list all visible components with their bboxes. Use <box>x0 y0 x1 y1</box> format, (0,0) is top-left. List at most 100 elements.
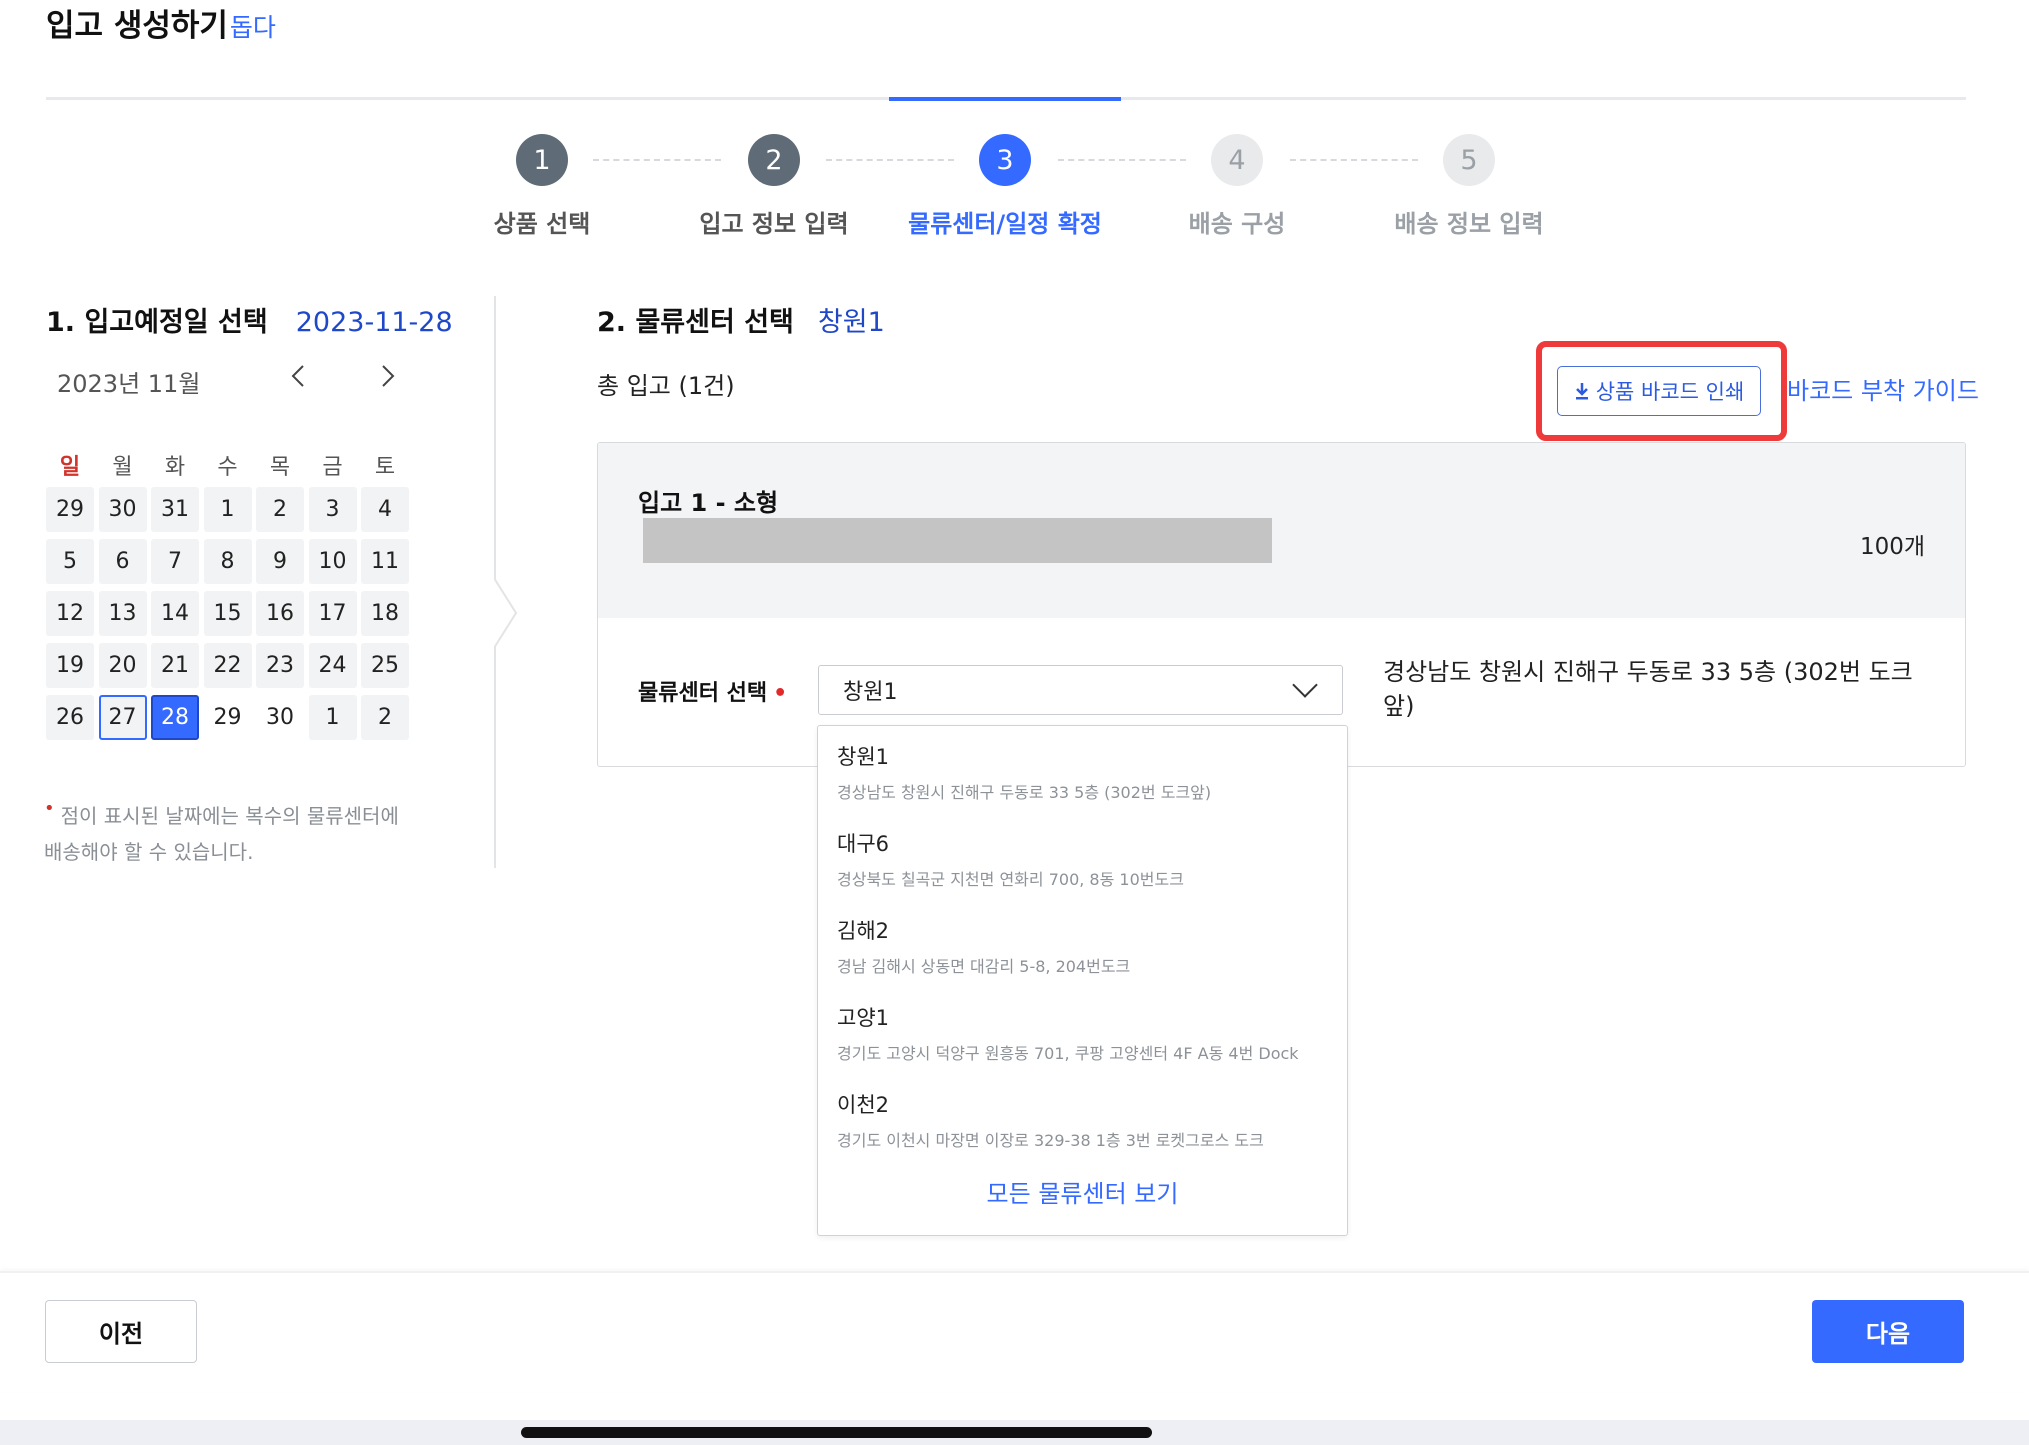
calendar-day[interactable]: 7 <box>151 539 199 584</box>
print-barcode-label: 상품 바코드 인쇄 <box>1595 380 1745 404</box>
step-label: 물류센터/일정 확정 <box>908 210 1102 238</box>
dropdown-option[interactable]: 김해2 경남 김해시 상동면 대감리 5-8, 204번도크 <box>837 915 1130 977</box>
next-button[interactable]: 다음 <box>1812 1300 1964 1363</box>
calendar-day[interactable]: 2 <box>361 695 409 740</box>
calendar-day[interactable]: 8 <box>203 539 252 584</box>
step-number: 1 <box>516 134 568 186</box>
calendar-note: • 점이 표시된 날짜에는 복수의 물류센터에 배송해야 할 수 있습니다. <box>44 798 404 870</box>
calendar-day[interactable]: 9 <box>256 539 304 584</box>
calendar-day[interactable]: 22 <box>203 643 252 688</box>
option-address: 경기도 고양시 덕양구 원흥동 701, 쿠팡 고양센터 4F A동 4번 Do… <box>837 1044 1299 1063</box>
calendar-day[interactable]: 30 <box>256 695 304 740</box>
calendar-day[interactable]: 28 <box>151 695 199 740</box>
step-5: 5 배송 정보 입력 <box>1353 134 1585 239</box>
center-address: 경상남도 창원시 진해구 두동로 33 5층 (302번 도크앞) <box>1383 658 1913 720</box>
step-4: 4 배송 구성 <box>1121 134 1353 239</box>
print-barcode-button[interactable]: 상품 바코드 인쇄 <box>1557 366 1761 416</box>
calendar-day[interactable]: 3 <box>308 487 357 532</box>
step-number: 2 <box>748 134 800 186</box>
calendar-day[interactable]: 31 <box>151 487 199 532</box>
calendar-day[interactable]: 26 <box>46 695 94 740</box>
option-name: 대구6 <box>837 832 890 856</box>
dropdown-option[interactable]: 대구6 경상북도 칠곡군 지천면 연화리 700, 8동 10번도크 <box>837 828 1184 890</box>
weekday: 금 <box>322 455 343 480</box>
weekday: 목 <box>269 455 291 480</box>
step-1: 1 상품 선택 <box>426 134 658 239</box>
calendar-grid: 29 30 31 1 2 3 4 5 6 7 8 9 10 11 12 13 14 15 16 17 18 19 20 21 2… <box>46 487 410 740</box>
calendar-day[interactable]: 5 <box>46 539 94 584</box>
calendar-day[interactable]: 29 <box>204 695 252 740</box>
calendar-day[interactable]: 24 <box>308 643 357 688</box>
barcode-guide-link[interactable]: 바코드 부착 가이드 <box>1787 371 1979 406</box>
center-select-value: 창원1 <box>843 680 898 705</box>
dropdown-option[interactable]: 이천2 경기도 이천시 마장면 이장로 329-38 1층 3번 로켓그로스 도… <box>837 1089 1264 1151</box>
home-indicator[interactable] <box>521 1427 1152 1438</box>
chevron-right-icon[interactable] <box>380 362 396 395</box>
calendar-day[interactable]: 12 <box>46 591 94 636</box>
calendar-day[interactable]: 27 <box>98 695 147 740</box>
calendar-day[interactable]: 17 <box>308 591 357 636</box>
calendar-day[interactable]: 1 <box>203 487 252 532</box>
calendar-day[interactable]: 19 <box>46 643 94 688</box>
shipment-quantity: 100개 <box>1859 534 1925 560</box>
step-number: 3 <box>979 134 1031 186</box>
page-title: 입고 생성하기돕다 <box>46 0 276 45</box>
center-select[interactable]: 창원1 <box>818 665 1343 715</box>
option-name: 창원1 <box>837 745 890 769</box>
step-label: 입고 정보 입력 <box>699 210 849 238</box>
dot-icon: • <box>44 798 55 819</box>
step-number: 4 <box>1211 134 1263 186</box>
option-address: 경남 김해시 상동면 대감리 5-8, 204번도크 <box>837 957 1131 976</box>
dropdown-option[interactable]: 고양1 경기도 고양시 덕양구 원흥동 701, 쿠팡 고양센터 4F A동 4… <box>837 1002 1299 1064</box>
step-number: 5 <box>1443 134 1495 186</box>
option-name: 고양1 <box>837 1006 890 1030</box>
view-all-centers-link[interactable]: 모든 물류센터 보기 <box>818 1174 1347 1209</box>
shipment-card: 입고 1 - 소형 100개 물류센터 선택 • 창원1 경상남도 창원시 진해구… <box>597 442 1966 767</box>
shipment-title: 입고 1 - 소형 <box>638 489 779 517</box>
help-link[interactable]: 돕다 <box>230 13 276 42</box>
option-name: 김해2 <box>837 919 890 943</box>
center-section-title: 2. 물류센터 선택 창원1 <box>597 300 885 339</box>
step-label: 배송 정보 입력 <box>1394 210 1544 238</box>
calendar-day[interactable]: 6 <box>98 539 147 584</box>
calendar-day[interactable]: 15 <box>203 591 252 636</box>
chevron-left-icon[interactable] <box>290 362 306 395</box>
calendar-day[interactable]: 29 <box>46 487 94 532</box>
option-name: 이천2 <box>837 1093 890 1117</box>
calendar-day[interactable]: 1 <box>308 695 357 740</box>
date-section-title: 1. 입고예정일 선택 2023-11-28 <box>46 300 453 339</box>
calendar-day[interactable]: 2 <box>256 487 304 532</box>
step-label: 배송 구성 <box>1188 210 1286 238</box>
calendar-day[interactable]: 11 <box>361 539 409 584</box>
weekday: 수 <box>217 455 238 480</box>
calendar-day[interactable]: 14 <box>151 591 199 636</box>
calendar-day[interactable]: 23 <box>256 643 304 688</box>
calendar-day[interactable]: 16 <box>256 591 304 636</box>
selected-date: 2023-11-28 <box>295 307 453 338</box>
weekday: 화 <box>164 455 186 480</box>
calendar-day[interactable]: 20 <box>98 643 147 688</box>
option-address: 경기도 이천시 마장면 이장로 329-38 1층 3번 로켓그로스 도크 <box>837 1131 1264 1150</box>
prev-button[interactable]: 이전 <box>45 1300 197 1363</box>
footer-bar: 이전 다음 <box>0 1271 2029 1392</box>
option-address: 경상남도 창원시 진해구 두동로 33 5층 (302번 도크앞) <box>837 783 1212 802</box>
calendar: 일 월 화 수 목 금 토 29 30 31 1 2 3 4 5 6 7 8 9 10 11 12 13 14 1… <box>46 449 410 740</box>
center-dropdown: 창원1 경상남도 창원시 진해구 두동로 33 5층 (302번 도크앞) 대구… <box>817 725 1348 1236</box>
calendar-day[interactable]: 25 <box>361 643 409 688</box>
calendar-day[interactable]: 10 <box>308 539 357 584</box>
calendar-day[interactable]: 30 <box>98 487 147 532</box>
selected-center: 창원1 <box>817 307 885 338</box>
calendar-weekdays: 일 월 화 수 목 금 토 <box>46 449 410 481</box>
calendar-day[interactable]: 13 <box>98 591 147 636</box>
total-count: 총 입고 (1건) <box>597 372 735 400</box>
calendar-day[interactable]: 4 <box>361 487 409 532</box>
center-select-label: 물류센터 선택 • <box>638 675 787 707</box>
calendar-day[interactable]: 18 <box>361 591 409 636</box>
date-section-label: 1. 입고예정일 선택 <box>46 307 268 338</box>
option-address: 경상북도 칠곡군 지천면 연화리 700, 8동 10번도크 <box>837 870 1184 889</box>
center-section-label: 2. 물류센터 선택 <box>597 307 794 338</box>
calendar-day[interactable]: 21 <box>151 643 199 688</box>
redacted-product-name <box>643 518 1272 563</box>
dropdown-option[interactable]: 창원1 경상남도 창원시 진해구 두동로 33 5층 (302번 도크앞) <box>837 741 1211 803</box>
step-label: 상품 선택 <box>493 210 591 238</box>
